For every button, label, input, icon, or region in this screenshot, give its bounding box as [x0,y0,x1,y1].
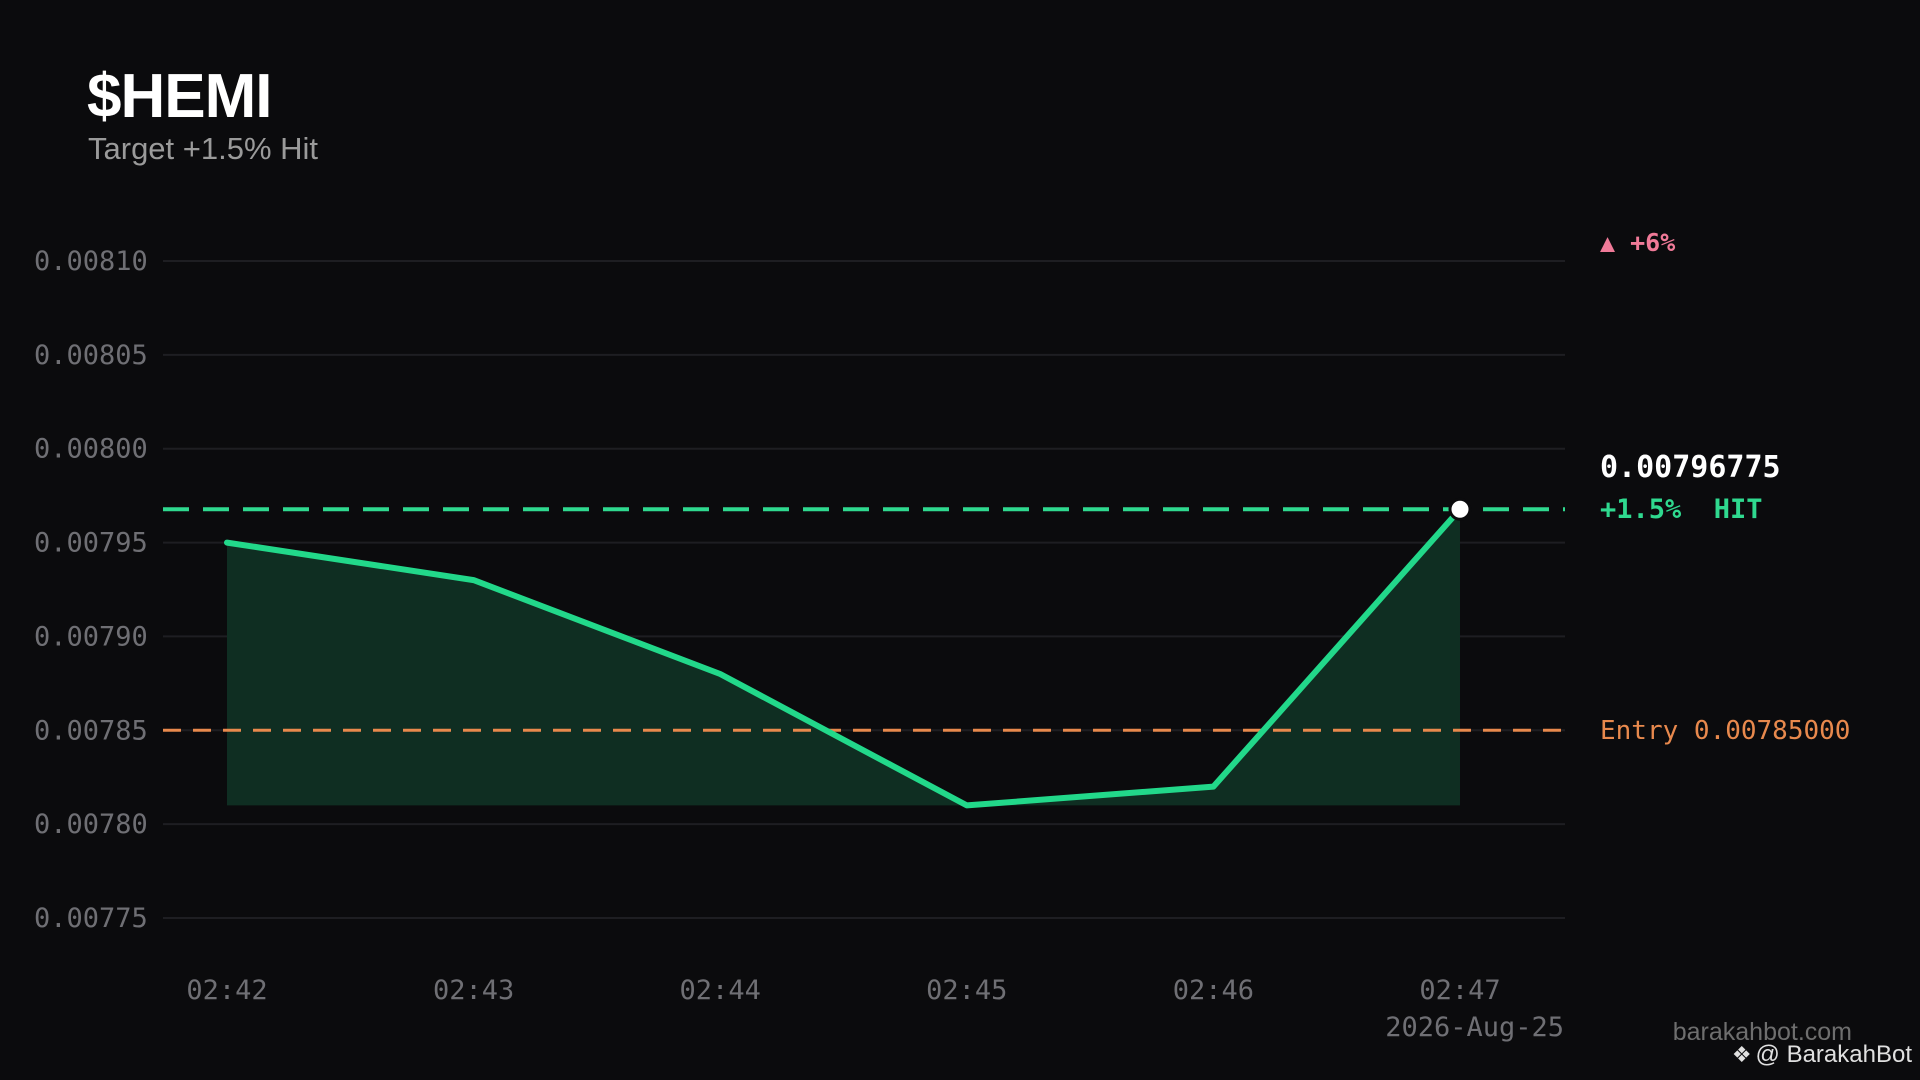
target-hit-label: +1.5% HIT [1600,494,1763,525]
y-tick-label: 0.00800 [34,434,148,465]
y-tick-label: 0.00780 [34,809,148,840]
x-tick-label: 02:46 [1173,975,1254,1006]
diamond-logo-icon: ❖ [1731,1042,1752,1067]
x-tick-label: 02:43 [433,975,514,1006]
date-label: 2026-Aug-25 [1385,1012,1564,1043]
top-marker-label: ▲ +6% [1600,228,1675,257]
y-tick-label: 0.00795 [34,528,148,559]
watermark: ❖ @ BarakahBot [1732,1041,1912,1069]
y-tick-label: 0.00805 [34,340,148,371]
x-tick-label: 02:42 [186,975,267,1006]
y-tick-label: 0.00810 [34,246,148,277]
y-tick-label: 0.00785 [34,715,148,746]
y-tick-label: 0.00790 [34,621,148,652]
entry-price-label: Entry 0.00785000 [1600,716,1850,746]
x-tick-label: 02:44 [680,975,761,1006]
price-points [1448,497,1472,521]
last-price-point [1448,497,1472,521]
x-tick-label: 02:47 [1419,975,1500,1006]
x-axis-ticks: 02:42 02:43 02:44 02:45 02:46 02:47 [186,975,1500,1006]
watermark-text: @ BarakahBot [1755,1041,1912,1068]
y-axis-ticks: 0.00810 0.00805 0.00800 0.00795 0.00790 0.007… [34,246,148,934]
x-tick-label: 02:45 [926,975,1007,1006]
price-area-fill [227,509,1460,806]
price-chart: 0.00810 0.00805 0.00800 0.00795 0.00790 0.007… [34,228,1850,1043]
chart-canvas: $HEMI Target +1.5% Hit 0.00810 0.00805 0.0… [0,0,1920,1080]
current-price-label: 0.00796775 [1600,450,1781,485]
y-tick-label: 0.00775 [34,903,148,934]
